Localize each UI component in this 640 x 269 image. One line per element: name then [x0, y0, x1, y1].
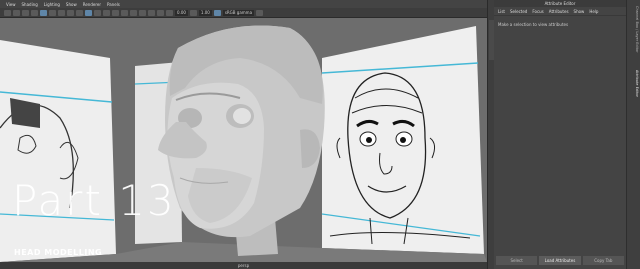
right-reference-plane — [321, 26, 484, 254]
select-tool-icon[interactable] — [4, 9, 11, 16]
viewport-menubar: View Shading Lighting Show Renderer Pane… — [0, 0, 487, 8]
toolbar-button[interactable] — [256, 9, 264, 16]
toolbar-button[interactable] — [189, 9, 197, 16]
tab-channel-box[interactable]: Channel Box / Layer Editor — [629, 6, 639, 53]
toolbar-button[interactable] — [148, 9, 155, 16]
wireframe-icon[interactable] — [31, 9, 38, 16]
toolbar-button[interactable] — [67, 9, 74, 16]
ae-menu-list[interactable]: List — [498, 9, 505, 14]
menu-show[interactable]: Show — [66, 2, 77, 7]
xray-icon[interactable] — [49, 9, 56, 16]
select-button[interactable]: Select — [496, 256, 538, 265]
menu-renderer[interactable]: Renderer — [83, 2, 101, 7]
colorspace-select[interactable]: sRGB gamma — [222, 9, 255, 16]
viewport-toolbar: 0.00 1.00 sRGB gamma — [0, 8, 487, 18]
gamma-field[interactable]: 1.00 — [198, 9, 212, 16]
attribute-editor: Attribute Editor List Selected Focus Att… — [494, 0, 626, 269]
episode-title: Part 13 — [12, 176, 176, 225]
toolbar-button[interactable] — [130, 9, 137, 16]
toolbar-button[interactable] — [112, 9, 119, 16]
toolbar-button[interactable] — [85, 9, 92, 16]
toolbar-button[interactable] — [76, 9, 83, 16]
grid-icon[interactable] — [22, 9, 29, 16]
menu-view[interactable]: View — [6, 2, 16, 7]
colorspace-icon[interactable] — [213, 9, 221, 16]
viewport-scene[interactable] — [0, 18, 487, 262]
left-reference-plane — [0, 40, 116, 262]
load-attributes-button[interactable]: Load Attributes — [539, 256, 581, 265]
attribute-editor-menu: List Selected Focus Attributes Show Help — [494, 7, 626, 16]
ae-menu-help[interactable]: Help — [589, 9, 598, 14]
ae-menu-focus[interactable]: Focus — [532, 9, 543, 14]
ae-menu-selected[interactable]: Selected — [510, 9, 527, 14]
toolbar-button[interactable] — [121, 9, 128, 16]
camera-icon[interactable] — [13, 9, 20, 16]
menu-panels[interactable]: Panels — [107, 2, 120, 7]
attribute-editor-footer: Select Load Attributes Copy Tab — [496, 256, 624, 265]
attribute-editor-message: Make a selection to view attributes — [498, 22, 569, 27]
toolbar-button[interactable] — [103, 9, 110, 16]
menu-lighting[interactable]: Lighting — [44, 2, 60, 7]
copy-tab-button[interactable]: Copy Tab — [582, 256, 624, 265]
toolbar-button[interactable] — [94, 9, 101, 16]
viewport-panel[interactable]: View Shading Lighting Show Renderer Pane… — [0, 0, 487, 269]
exposure-field[interactable]: 0.00 — [175, 9, 188, 16]
tab-attribute-editor[interactable]: Attribute Editor — [629, 70, 639, 97]
menu-shading[interactable]: Shading — [22, 2, 38, 7]
camera-label: persp — [237, 263, 250, 268]
ae-menu-show[interactable]: Show — [574, 9, 585, 14]
toolbar-button[interactable] — [157, 9, 164, 16]
right-tab-strip: Channel Box / Layer Editor Attribute Edi… — [626, 0, 640, 269]
ae-menu-attributes[interactable]: Attributes — [549, 9, 569, 14]
series-title: HEAD MODELLING — [14, 248, 103, 257]
toolbar-button[interactable] — [58, 9, 65, 16]
attribute-editor-title: Attribute Editor — [494, 0, 626, 7]
toolbar-button[interactable] — [139, 9, 146, 16]
toolbar-button[interactable] — [166, 9, 173, 16]
smooth-shade-icon[interactable] — [40, 9, 47, 16]
